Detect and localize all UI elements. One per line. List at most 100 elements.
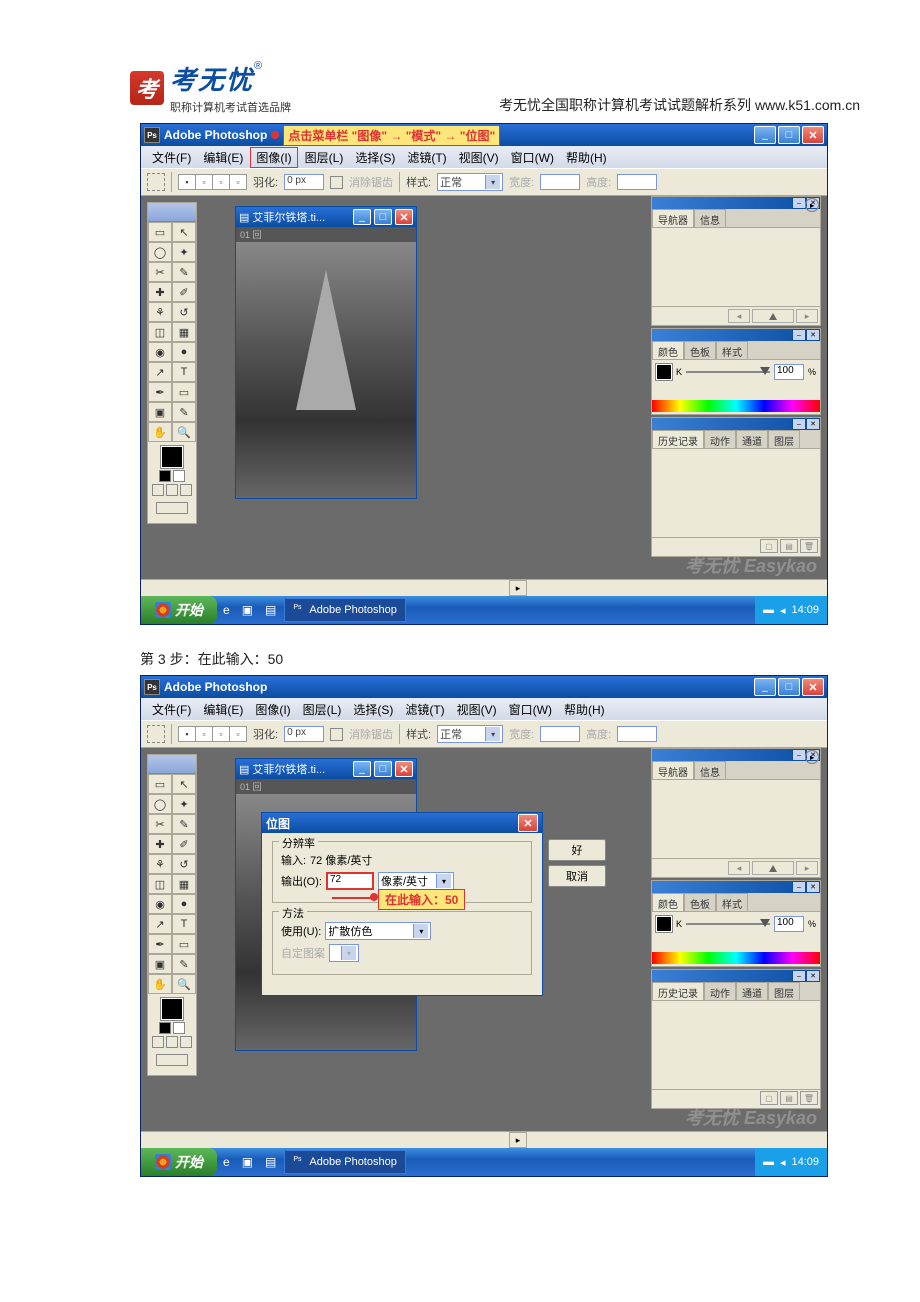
doc-maximize[interactable]: □: [374, 209, 392, 225]
gradient-tool[interactable]: ▦: [172, 322, 196, 342]
feather-input[interactable]: 0 px: [284, 174, 324, 190]
antialias-checkbox[interactable]: [330, 728, 343, 741]
screenmode-1[interactable]: [152, 1036, 164, 1048]
title-bar[interactable]: Ps Adobe Photoshop _ □ ✕: [141, 676, 827, 698]
move-tool[interactable]: ↖: [172, 774, 196, 794]
slice-tool[interactable]: ✎: [172, 814, 196, 834]
color-value[interactable]: 100: [774, 364, 804, 380]
style-dropdown[interactable]: 正常▾: [437, 173, 503, 191]
brush-tool[interactable]: ✐: [172, 282, 196, 302]
tab-swatches[interactable]: 色板: [684, 341, 716, 359]
default-swatch[interactable]: [159, 1022, 171, 1034]
menu-image[interactable]: 图像(I): [250, 700, 295, 719]
eyedropper-tool[interactable]: ✎: [172, 954, 196, 974]
start-button[interactable]: 开始: [141, 596, 217, 624]
marquee-tool[interactable]: ▭: [148, 222, 172, 242]
tab-layers[interactable]: 图层: [768, 982, 800, 1000]
lang-icon[interactable]: ▬: [763, 604, 774, 616]
taskbar-app[interactable]: PsAdobe Photoshop: [284, 1150, 405, 1174]
tab-actions[interactable]: 动作: [704, 982, 736, 1000]
tab-navigator[interactable]: 导航器: [652, 761, 694, 779]
menu-window[interactable]: 窗口(W): [506, 148, 559, 167]
heal-tool[interactable]: ✚: [148, 834, 172, 854]
screenmode-1[interactable]: [152, 484, 164, 496]
tab-swatches[interactable]: 色板: [684, 893, 716, 911]
lang-icon[interactable]: ▬: [763, 1156, 774, 1168]
blur-tool[interactable]: ◉: [148, 342, 172, 362]
foreground-swatch[interactable]: [161, 446, 183, 468]
tab-history[interactable]: 历史记录: [652, 982, 704, 1000]
style-dropdown[interactable]: 正常▾: [437, 725, 503, 743]
default-swatch[interactable]: [159, 470, 171, 482]
use-dropdown[interactable]: 扩散仿色▾: [325, 922, 431, 940]
screenmode-2[interactable]: [166, 1036, 178, 1048]
color-slider[interactable]: [686, 923, 770, 925]
menu-select[interactable]: 选择(S): [350, 148, 400, 167]
lasso-tool[interactable]: ◯: [148, 242, 172, 262]
tab-styles[interactable]: 样式: [716, 341, 748, 359]
system-tray[interactable]: ▬◂14:09: [755, 1148, 827, 1176]
menu-view[interactable]: 视图(V): [454, 148, 504, 167]
tab-info[interactable]: 信息: [694, 209, 726, 227]
foreground-swatch[interactable]: [161, 998, 183, 1020]
heal-tool[interactable]: ✚: [148, 282, 172, 302]
gradient-tool[interactable]: ▦: [172, 874, 196, 894]
cancel-button[interactable]: 取消: [548, 865, 606, 887]
doc-minimize[interactable]: _: [353, 209, 371, 225]
selection-mode-group[interactable]: ▪▫▫▫: [178, 726, 247, 742]
stamp-tool[interactable]: ⚘: [148, 302, 172, 322]
menu-filter[interactable]: 滤镜(T): [402, 148, 451, 167]
menu-view[interactable]: 视图(V): [452, 700, 502, 719]
path-tool[interactable]: ↗: [148, 362, 172, 382]
tab-info[interactable]: 信息: [694, 761, 726, 779]
tab-color[interactable]: 颜色: [652, 341, 684, 359]
jump-button[interactable]: [156, 1054, 188, 1066]
scroll-right-icon[interactable]: ▸: [509, 580, 527, 596]
pen-tool[interactable]: ✒: [148, 382, 172, 402]
stamp-tool[interactable]: ⚘: [148, 854, 172, 874]
output-res-input[interactable]: 72: [326, 872, 374, 890]
screenmode-2[interactable]: [166, 484, 178, 496]
pen-tool[interactable]: ✒: [148, 934, 172, 954]
doc-close[interactable]: ✕: [395, 761, 413, 777]
panel-min[interactable]: –: [792, 970, 806, 982]
title-bar[interactable]: Ps Adobe Photoshop 点击菜单栏 "图像" → "模式" → "…: [141, 124, 827, 146]
start-button[interactable]: 开始: [141, 1148, 217, 1176]
tab-styles[interactable]: 样式: [716, 893, 748, 911]
path-tool[interactable]: ↗: [148, 914, 172, 934]
blur-tool[interactable]: ◉: [148, 894, 172, 914]
quicklaunch-ie-icon[interactable]: e: [217, 1148, 236, 1176]
menu-help[interactable]: 帮助(H): [561, 148, 612, 167]
tray-icon[interactable]: ◂: [780, 1156, 786, 1169]
doc-minimize[interactable]: _: [353, 761, 371, 777]
zoom-tool[interactable]: 🔍: [172, 422, 196, 442]
dodge-tool[interactable]: ●: [172, 342, 196, 362]
new-snapshot-icon[interactable]: ▢: [760, 1091, 778, 1105]
menu-file[interactable]: 文件(F): [147, 700, 196, 719]
color-swatch-icon[interactable]: [656, 364, 672, 380]
panel-close[interactable]: ✕: [806, 418, 820, 430]
menu-layer[interactable]: 图层(L): [298, 700, 347, 719]
bg-swatch[interactable]: [173, 1022, 185, 1034]
new-snapshot-icon[interactable]: ▢: [760, 539, 778, 553]
wand-tool[interactable]: ✦: [172, 242, 196, 262]
zoom-tool[interactable]: 🔍: [172, 974, 196, 994]
tray-icon[interactable]: ◂: [780, 604, 786, 617]
eraser-tool[interactable]: ◫: [148, 874, 172, 894]
lasso-tool[interactable]: ◯: [148, 794, 172, 814]
output-unit-dropdown[interactable]: 像素/英寸▾: [378, 872, 454, 890]
quicklaunch-ie-icon[interactable]: e: [217, 596, 236, 624]
color-swatch-icon[interactable]: [656, 916, 672, 932]
jump-button[interactable]: [156, 502, 188, 514]
menu-edit[interactable]: 编辑(E): [198, 700, 248, 719]
tab-history[interactable]: 历史记录: [652, 430, 704, 448]
tab-channels[interactable]: 通道: [736, 430, 768, 448]
document-canvas[interactable]: [236, 242, 416, 498]
new-doc-icon[interactable]: ▤: [780, 539, 798, 553]
minimize-button[interactable]: _: [754, 126, 776, 144]
tab-actions[interactable]: 动作: [704, 430, 736, 448]
maximize-button[interactable]: □: [778, 126, 800, 144]
quicklaunch-icon[interactable]: ▣: [236, 596, 259, 624]
tab-navigator[interactable]: 导航器: [652, 209, 694, 227]
system-tray[interactable]: ▬◂14:09: [755, 596, 827, 624]
